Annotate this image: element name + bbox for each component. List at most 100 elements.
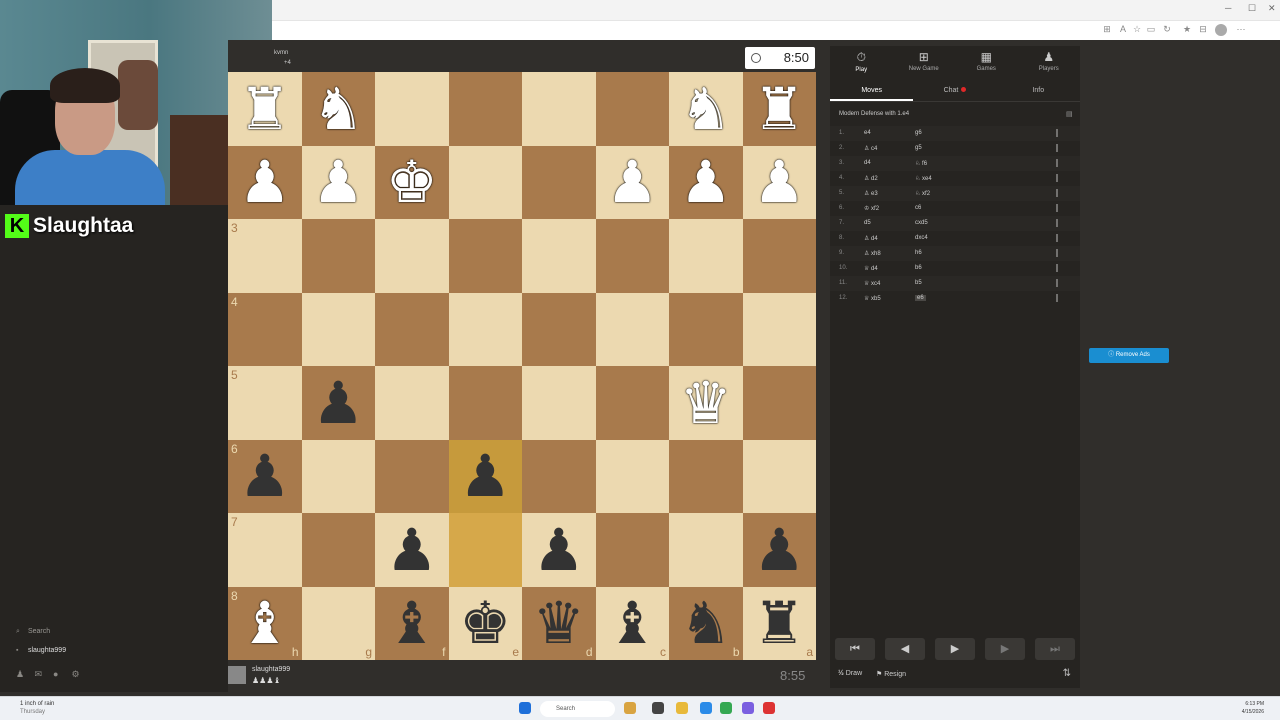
tab-info[interactable]: Info: [997, 82, 1080, 101]
board-square[interactable]: ♞: [301, 72, 375, 146]
discord-icon[interactable]: [742, 702, 754, 714]
white-queen-piece[interactable]: ♛: [680, 374, 732, 432]
board-square[interactable]: 8 h ♝: [228, 586, 302, 660]
board-square[interactable]: [375, 219, 449, 293]
black-king-piece[interactable]: ♚: [459, 594, 511, 652]
favorite-icon[interactable]: ☆: [1132, 24, 1142, 34]
board-square[interactable]: ♜: [742, 72, 816, 146]
white-move[interactable]: ♙ e3: [864, 190, 878, 197]
white-pawn-piece[interactable]: ♟: [312, 153, 364, 211]
board-square[interactable]: [669, 439, 743, 513]
board-square[interactable]: [522, 439, 596, 513]
taskbar-search[interactable]: Search: [540, 701, 615, 717]
black-move[interactable]: e6: [915, 295, 926, 301]
white-knight-piece[interactable]: ♞: [680, 80, 732, 138]
board-square[interactable]: [595, 72, 669, 146]
menu-icon[interactable]: ⋯: [1236, 24, 1246, 34]
black-pawn-piece[interactable]: ♟: [753, 521, 805, 579]
white-pawn-piece[interactable]: ♟: [606, 153, 658, 211]
nav-players[interactable]: ♟ Players: [1018, 46, 1081, 78]
white-move[interactable]: ♙ xh8: [864, 250, 881, 257]
board-square[interactable]: [448, 366, 522, 440]
board-square[interactable]: [448, 292, 522, 366]
board-square[interactable]: ♚: [375, 145, 449, 219]
board-square[interactable]: [375, 72, 449, 146]
messages-icon[interactable]: ✉: [35, 669, 45, 680]
board-square[interactable]: [522, 72, 596, 146]
board-square[interactable]: ♞: [669, 72, 743, 146]
windows-start-icon[interactable]: [519, 702, 531, 714]
split-screen-icon[interactable]: ▭: [1146, 24, 1156, 34]
board-square[interactable]: 5: [228, 366, 302, 440]
board-square[interactable]: [595, 219, 669, 293]
white-move[interactable]: d4: [864, 160, 871, 166]
remove-ads-button[interactable]: ⓘ Remove Ads: [1089, 348, 1169, 363]
black-move[interactable]: g6: [915, 130, 922, 136]
board-square[interactable]: [375, 439, 449, 513]
board-square[interactable]: ♟: [742, 513, 816, 587]
black-move[interactable]: ♘ f6: [915, 160, 927, 167]
board-square[interactable]: ♛: [669, 366, 743, 440]
white-move[interactable]: e4: [864, 130, 871, 136]
black-move[interactable]: ♘ xe4: [915, 175, 932, 182]
board-square[interactable]: ♟: [301, 366, 375, 440]
sidebar-search[interactable]: ⌕ Search: [16, 628, 50, 636]
board-square[interactable]: ♟: [301, 145, 375, 219]
board-square[interactable]: [448, 219, 522, 293]
chess-board[interactable]: ♜ ♞ ♞ ♜ ♟ ♟ ♚ ♟ ♟ ♟ 3 4 5 ♟ ♛ 6 ♟ ♟ 7 ♟ ♟ ♟ 8 h ♝ g f ♝ e ♚ d ♛ c ♝ b ♞ a ♜: [228, 72, 816, 660]
board-square[interactable]: b ♞: [669, 586, 743, 660]
white-move[interactable]: ♙ d4: [864, 235, 878, 242]
black-rook-piece[interactable]: ♜: [753, 594, 805, 652]
black-queen-piece[interactable]: ♛: [533, 594, 585, 652]
weather-widget[interactable]: 1 inch of rain Thursday: [20, 700, 54, 716]
white-knight-piece[interactable]: ♞: [312, 80, 364, 138]
tab-chat[interactable]: Chat: [913, 82, 996, 101]
board-square[interactable]: [669, 219, 743, 293]
white-move[interactable]: ♕ xc4: [864, 280, 880, 287]
board-square[interactable]: ♟: [595, 145, 669, 219]
tab-moves[interactable]: Moves: [830, 82, 914, 101]
board-square[interactable]: ♟: [522, 513, 596, 587]
maximize-icon[interactable]: ☐: [1248, 3, 1256, 14]
board-square[interactable]: ♟: [228, 145, 302, 219]
first-move-button[interactable]: ⏮: [835, 638, 875, 660]
board-square[interactable]: [301, 292, 375, 366]
white-move[interactable]: d5: [864, 220, 871, 226]
task-view-icon[interactable]: [652, 702, 664, 714]
board-square[interactable]: [742, 366, 816, 440]
board-square[interactable]: [595, 366, 669, 440]
board-square[interactable]: [375, 366, 449, 440]
friends-icon[interactable]: ♟: [16, 669, 26, 680]
board-square[interactable]: [522, 292, 596, 366]
white-bishop-piece[interactable]: ♝: [239, 594, 291, 652]
play-button[interactable]: ▶: [935, 638, 975, 660]
nav-games[interactable]: ▦ Games: [955, 46, 1018, 78]
settings-icon[interactable]: ⚙: [72, 669, 82, 680]
black-move[interactable]: h6: [915, 250, 922, 256]
board-square[interactable]: g: [301, 586, 375, 660]
black-move[interactable]: cxd5: [915, 220, 928, 226]
board-square[interactable]: ♟: [375, 513, 449, 587]
close-icon[interactable]: ✕: [1268, 3, 1276, 14]
board-square[interactable]: [595, 292, 669, 366]
black-pawn-piece[interactable]: ♟: [312, 374, 364, 432]
collections-icon[interactable]: ⊟: [1198, 24, 1208, 34]
notifications-icon[interactable]: ●: [53, 669, 63, 679]
black-pawn-piece[interactable]: ♟: [459, 447, 511, 505]
extension-icon[interactable]: ⊞: [1102, 24, 1112, 34]
board-square[interactable]: [522, 145, 596, 219]
book-icon[interactable]: ▤: [1066, 110, 1073, 118]
next-move-button[interactable]: ▶: [985, 638, 1025, 660]
board-square[interactable]: 7: [228, 513, 302, 587]
white-pawn-piece[interactable]: ♟: [680, 153, 732, 211]
black-knight-piece[interactable]: ♞: [680, 594, 732, 652]
edge-icon[interactable]: [700, 702, 712, 714]
file-explorer-icon[interactable]: [676, 702, 688, 714]
sidebar-user[interactable]: ▪ slaughta999: [16, 647, 66, 654]
board-square[interactable]: ♟: [448, 439, 522, 513]
black-move[interactable]: ♘ xf2: [915, 190, 930, 197]
board-square[interactable]: ♟: [742, 145, 816, 219]
board-square[interactable]: [742, 439, 816, 513]
board-square[interactable]: c ♝: [595, 586, 669, 660]
board-square[interactable]: 3: [228, 219, 302, 293]
